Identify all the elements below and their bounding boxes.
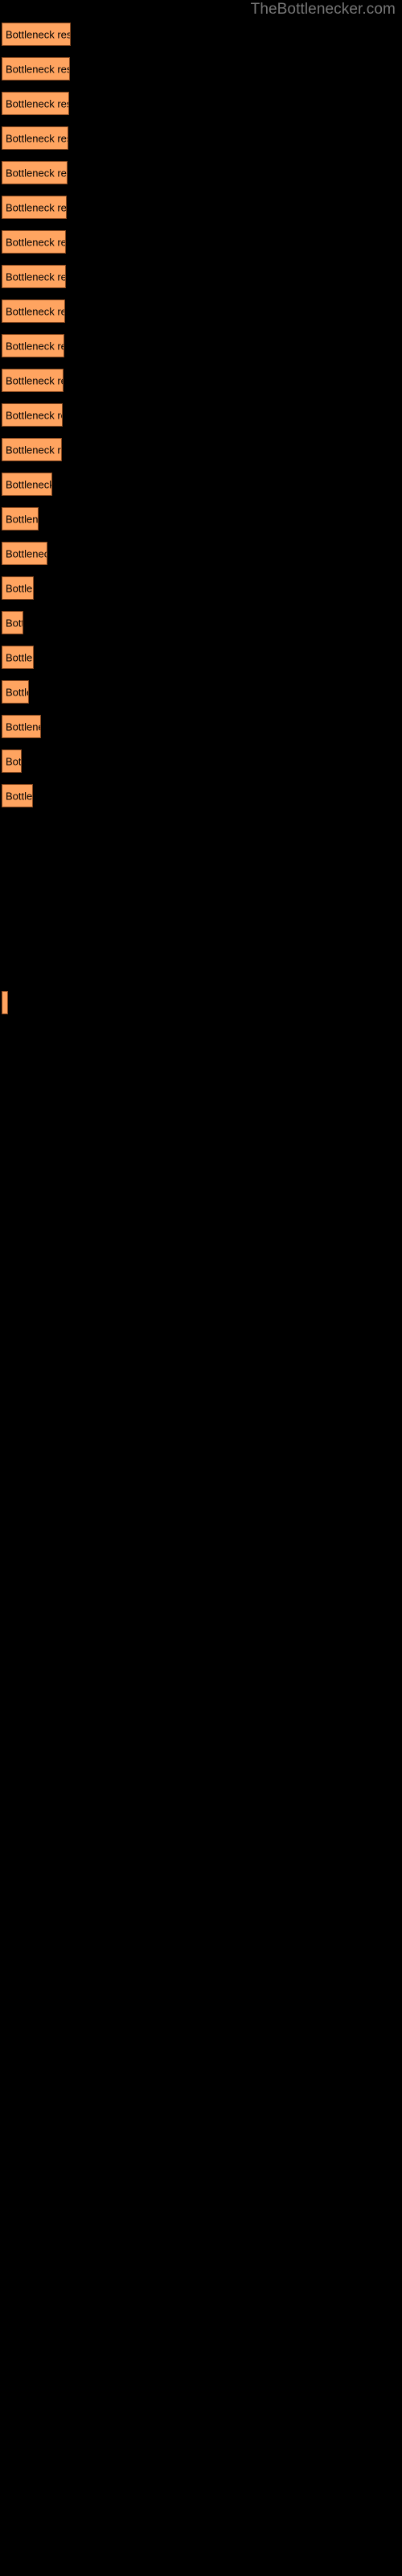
- bar-label: Bottleneck result: [6, 63, 69, 75]
- bar-row: Bottleneck result: [0, 542, 402, 576]
- bar-label: Bottleneck result: [6, 478, 52, 490]
- bar[interactable]: Bottleneck result: [2, 749, 22, 773]
- bar[interactable]: Bottleneck result: [2, 542, 47, 565]
- bar-row: Bottleneck result: [0, 334, 402, 369]
- bar-row: Bottleneck result: [0, 299, 402, 334]
- bar-label: Bottleneck result: [6, 340, 64, 352]
- bar-row: Bottleneck result: [0, 196, 402, 230]
- bar[interactable]: [2, 991, 8, 1014]
- bar[interactable]: Bottleneck result: [2, 334, 64, 357]
- bar-label: Bottleneck result: [6, 374, 63, 386]
- bar[interactable]: Bottleneck result: [2, 611, 23, 634]
- bar-label: Bottleneck result: [6, 720, 40, 733]
- bar-label: Bottleneck result: [6, 582, 33, 594]
- bar[interactable]: Bottleneck result: [2, 576, 34, 600]
- bar-row: Bottleneck result: [0, 23, 402, 57]
- bar[interactable]: Bottleneck result: [2, 161, 68, 184]
- bar[interactable]: Bottleneck result: [2, 507, 39, 530]
- bar[interactable]: Bottleneck result: [2, 196, 67, 219]
- bar-row: Bottleneck result: [0, 161, 402, 196]
- bar-row: Bottleneck result: [0, 265, 402, 299]
- bar-label: Bottleneck result: [6, 755, 22, 767]
- bar-label: Bottleneck result: [6, 686, 28, 698]
- bar[interactable]: Bottleneck result: [2, 646, 34, 669]
- bar-label: Bottleneck result: [6, 617, 23, 629]
- bar-row: Bottleneck result: [0, 576, 402, 611]
- bar-row: Bottleneck result: [0, 403, 402, 438]
- bar[interactable]: Bottleneck result: [2, 57, 70, 80]
- bar-label: Bottleneck result: [6, 305, 64, 317]
- bar[interactable]: Bottleneck result: [2, 473, 52, 496]
- bar-row: Bottleneck result: [0, 473, 402, 507]
- bar[interactable]: Bottleneck result: [2, 230, 66, 254]
- bar-row: Bottleneck result: [0, 438, 402, 473]
- bar[interactable]: Bottleneck result: [2, 92, 69, 115]
- bar[interactable]: Bottleneck result: [2, 299, 65, 323]
- bar-label: Bottleneck result: [6, 201, 67, 213]
- bar-row: Bottleneck result: [0, 715, 402, 749]
- bar-row: Bottleneck result: [0, 749, 402, 784]
- bar-row: Bottleneck result: [0, 507, 402, 542]
- bar-row: Bottleneck result: [0, 611, 402, 646]
- bar-label: Bottleneck result: [6, 409, 62, 421]
- bar-label: Bottleneck result: [6, 547, 47, 559]
- bar-row: Bottleneck result: [0, 784, 402, 819]
- bar-label: Bottleneck result: [6, 651, 33, 663]
- bar[interactable]: Bottleneck result: [2, 126, 68, 150]
- bar[interactable]: Bottleneck result: [2, 265, 66, 288]
- bar[interactable]: Bottleneck result: [2, 369, 64, 392]
- bar-row: Bottleneck result: [0, 680, 402, 715]
- bar-row: Bottleneck result: [0, 92, 402, 126]
- bar-label: Bottleneck result: [6, 236, 65, 248]
- bar-row: Bottleneck result: [0, 230, 402, 265]
- bar[interactable]: Bottleneck result: [2, 680, 29, 704]
- bar-row: [0, 991, 402, 1026]
- bar-row: Bottleneck result: [0, 369, 402, 403]
- bar[interactable]: Bottleneck result: [2, 438, 62, 461]
- bar[interactable]: Bottleneck result: [2, 23, 71, 46]
- bar-label: Bottleneck result: [6, 97, 68, 109]
- bar-row: Bottleneck result: [0, 57, 402, 92]
- bar-row: Bottleneck result: [0, 126, 402, 161]
- bar-label: Bottleneck result: [6, 270, 65, 283]
- bar[interactable]: Bottleneck result: [2, 715, 41, 738]
- bar-label: Bottleneck result: [6, 513, 39, 525]
- bar-label: Bottleneck result: [6, 132, 68, 144]
- bar[interactable]: Bottleneck result: [2, 403, 63, 427]
- bar[interactable]: Bottleneck result: [2, 784, 33, 807]
- bar-chart: Bottleneck result Bottleneck result Bottle…: [0, 0, 402, 2576]
- bar-label: Bottleneck result: [6, 28, 71, 40]
- bar-label: Bottleneck result: [6, 444, 61, 456]
- bar-label: Bottleneck result: [6, 790, 33, 802]
- bar-label: Bottleneck result: [6, 167, 67, 179]
- bar-row: Bottleneck result: [0, 646, 402, 680]
